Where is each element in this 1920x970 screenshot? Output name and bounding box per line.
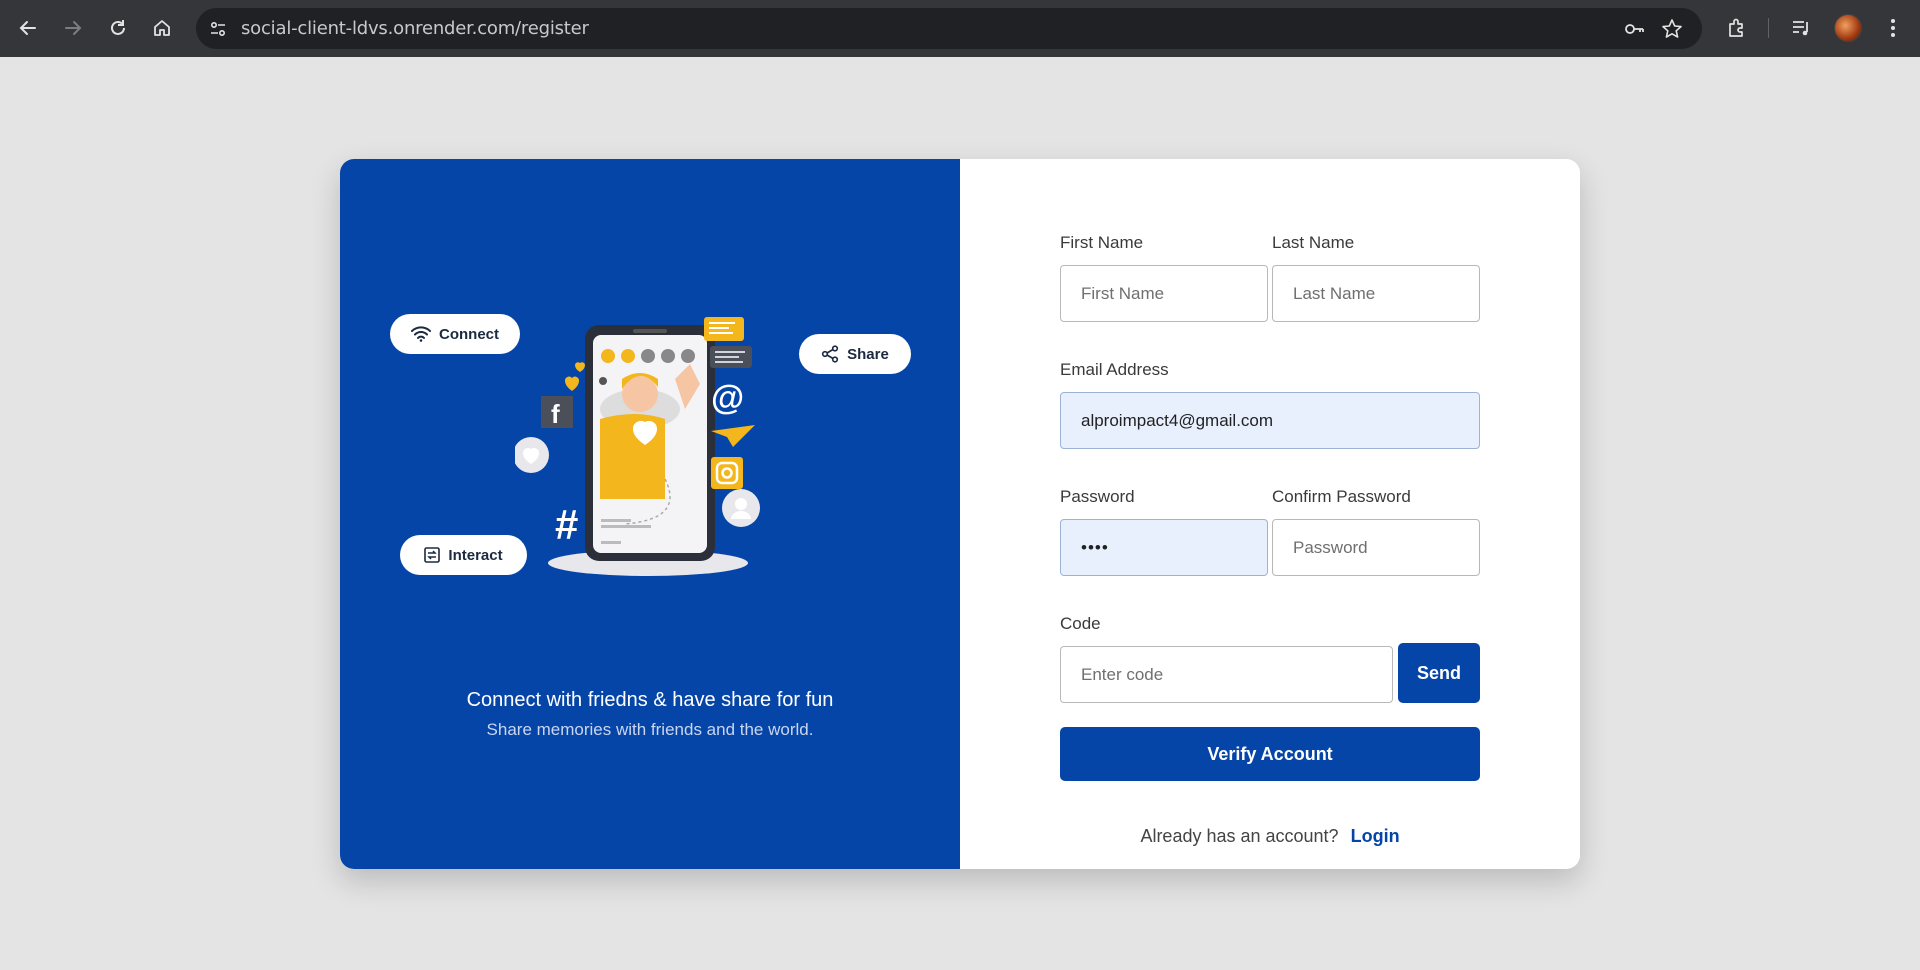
code-label: Code	[1060, 614, 1101, 633]
reload-icon[interactable]	[103, 13, 133, 43]
home-icon[interactable]	[147, 13, 177, 43]
media-playlist-icon[interactable]	[1786, 13, 1816, 43]
svg-text:f: f	[551, 399, 560, 429]
hero-panel: Connect Share Interact f # @ Connect wit…	[340, 159, 960, 869]
password-key-icon[interactable]	[1619, 14, 1649, 44]
extensions-icon[interactable]	[1722, 13, 1752, 43]
register-card: Connect Share Interact f # @ Connect wit…	[340, 159, 1580, 869]
connect-pill: Connect	[390, 314, 520, 354]
address-bar[interactable]: social-client-ldvs.onrender.com/register	[196, 8, 1702, 49]
profile-avatar[interactable]	[1834, 14, 1862, 42]
hero-subline: Share memories with friends and the worl…	[486, 720, 814, 739]
interact-icon	[424, 547, 441, 563]
confirm-password-input[interactable]	[1272, 519, 1480, 576]
register-form: First Name Last Name Email Address Passw…	[960, 159, 1580, 869]
browser-toolbar: social-client-ldvs.onrender.com/register	[0, 0, 1920, 57]
confirm-password-label: Confirm Password	[1272, 487, 1411, 506]
email-input[interactable]	[1060, 392, 1480, 449]
first-name-label: First Name	[1060, 233, 1144, 252]
verify-account-button[interactable]: Verify Account	[1060, 727, 1480, 781]
password-label: Password	[1060, 487, 1135, 506]
login-prompt: Already has an account? Login	[960, 826, 1580, 847]
share-pill: Share	[799, 334, 911, 374]
toolbar-divider	[1768, 18, 1769, 38]
bookmark-star-icon[interactable]	[1657, 14, 1687, 44]
login-link[interactable]: Login	[1351, 826, 1400, 846]
forward-icon[interactable]	[58, 13, 88, 43]
back-icon[interactable]	[13, 13, 43, 43]
last-name-input[interactable]	[1272, 265, 1480, 322]
share-pill-label: Share	[847, 345, 889, 363]
send-code-button[interactable]: Send	[1398, 643, 1480, 703]
first-name-input[interactable]	[1060, 265, 1268, 322]
email-label: Email Address	[1060, 360, 1169, 379]
last-name-label: Last Name	[1272, 233, 1355, 252]
code-input[interactable]	[1060, 646, 1393, 703]
interact-pill-label: Interact	[448, 546, 503, 564]
connect-pill-label: Connect	[439, 325, 499, 343]
svg-text:#: #	[555, 501, 578, 548]
share-icon	[822, 345, 839, 363]
social-media-illustration: f # @	[515, 317, 760, 576]
menu-kebab-icon[interactable]	[1878, 13, 1908, 43]
already-account-text: Already has an account?	[1140, 826, 1339, 846]
hero-tagline: Connect with friedns & have share for fu…	[466, 689, 834, 711]
svg-text:@: @	[711, 379, 744, 417]
interact-pill: Interact	[400, 535, 527, 575]
site-settings-icon[interactable]	[206, 17, 230, 41]
url-text[interactable]: social-client-ldvs.onrender.com/register	[241, 18, 589, 39]
wifi-icon	[411, 326, 431, 342]
password-input[interactable]	[1060, 519, 1268, 576]
